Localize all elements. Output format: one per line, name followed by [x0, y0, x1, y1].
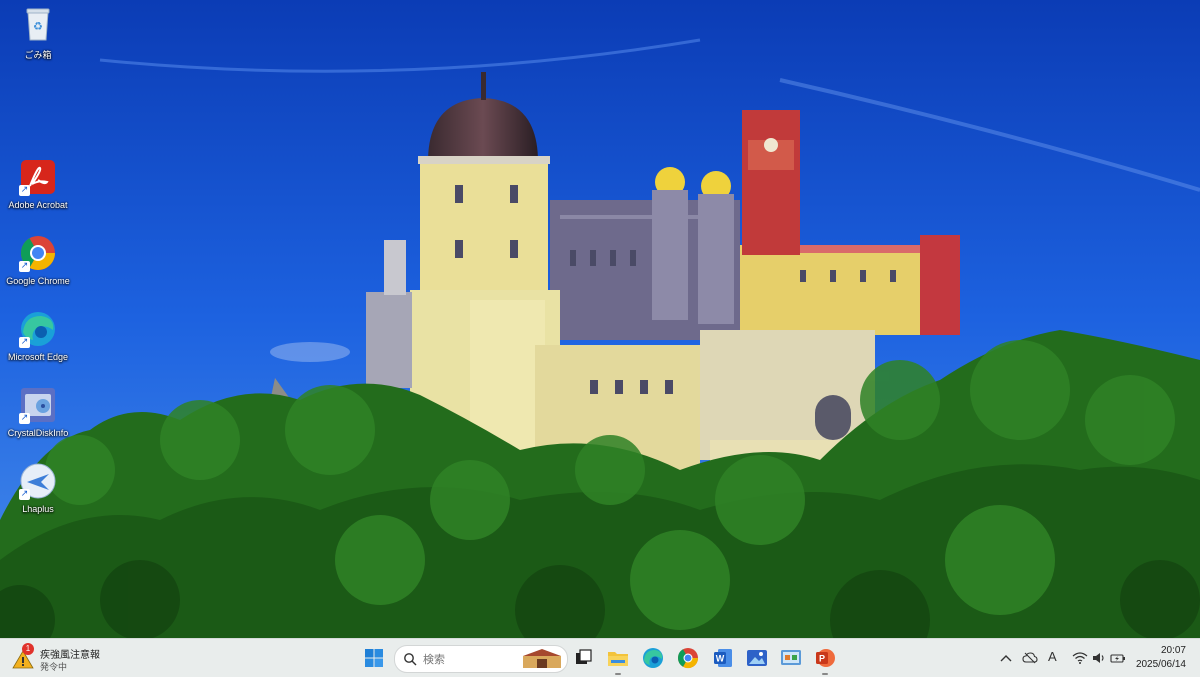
- notification-badge: 1: [22, 643, 34, 655]
- cloud-offline-icon: [1022, 652, 1038, 664]
- tray-onedrive[interactable]: [1022, 651, 1038, 665]
- edge-icon: ↗: [19, 310, 57, 348]
- desktop-icon-crystaldiskinfo[interactable]: ↗ CrystalDiskInfo: [2, 386, 74, 438]
- desktop: ♻ ごみ箱 ↗ Adobe Acrobat ↗ Google Chrome ↗ …: [0, 0, 1200, 638]
- desktop-icon-label: Microsoft Edge: [7, 352, 69, 362]
- taskbar-word[interactable]: W: [711, 646, 735, 670]
- search-box[interactable]: [394, 645, 568, 673]
- search-icon: [404, 653, 417, 666]
- desktop-icon-recycle-bin[interactable]: ♻ ごみ箱: [2, 6, 74, 61]
- taskbar-file-explorer[interactable]: [606, 646, 630, 675]
- taskbar-photos[interactable]: [745, 646, 769, 670]
- clock-time: 20:07: [1160, 645, 1186, 656]
- wallpaper-castle-image: [0, 0, 1200, 638]
- word-icon: W: [714, 649, 732, 667]
- desktop-icon-label: Google Chrome: [6, 276, 70, 286]
- taskbar: 1 疾強風注意報 発令中 検索 W P A 20:07 2025/06/14: [0, 638, 1200, 677]
- taskbar-powerpoint[interactable]: P: [813, 646, 837, 675]
- ime-indicator[interactable]: A: [1048, 649, 1064, 664]
- running-indicator: [822, 673, 828, 675]
- task-view-icon: [576, 649, 592, 664]
- desktop-icon-lhaplus[interactable]: ↗ Lhaplus: [2, 462, 74, 514]
- desktop-icon-adobe-acrobat[interactable]: ↗ Adobe Acrobat: [2, 158, 74, 210]
- weather-subtitle: 発令中: [40, 662, 68, 672]
- search-input[interactable]: [421, 650, 515, 670]
- tray-battery[interactable]: [1110, 651, 1126, 665]
- taskbar-chrome[interactable]: [676, 646, 700, 670]
- chrome-icon: ↗: [19, 234, 57, 272]
- control-panel-icon: [781, 650, 801, 665]
- svg-text:P: P: [819, 654, 825, 664]
- weather-title: 疾強風注意報: [40, 650, 100, 661]
- chevron-up-icon: [1000, 655, 1012, 662]
- svg-text:♻: ♻: [33, 20, 43, 33]
- recycle-bin-icon: ♻: [19, 6, 57, 44]
- weather-widget[interactable]: 1 疾強風注意報 発令中: [12, 643, 132, 673]
- clock-date: 2025/06/14: [1135, 659, 1186, 670]
- crystaldiskinfo-icon: ↗: [19, 386, 57, 424]
- show-hidden-icons-button[interactable]: [998, 651, 1014, 665]
- lhaplus-icon: ↗: [19, 462, 57, 500]
- photos-icon: [747, 650, 767, 666]
- start-button[interactable]: [362, 646, 386, 670]
- taskbar-clock[interactable]: 20:07 2025/06/14: [1136, 644, 1186, 672]
- desktop-icon-microsoft-edge[interactable]: ↗ Microsoft Edge: [2, 310, 74, 362]
- desktop-icon-label: Adobe Acrobat: [8, 200, 68, 210]
- desktop-icon-google-chrome[interactable]: ↗ Google Chrome: [2, 234, 74, 286]
- desktop-icon-label: CrystalDiskInfo: [7, 428, 69, 438]
- adobe-acrobat-icon: ↗: [19, 158, 57, 196]
- tray-volume[interactable]: [1091, 651, 1107, 665]
- taskbar-edge[interactable]: [641, 646, 665, 670]
- wifi-icon: [1072, 652, 1088, 664]
- start-icon: [365, 649, 383, 667]
- chrome-icon: [677, 648, 699, 669]
- svg-text:W: W: [716, 654, 725, 664]
- search-highlight-icon: [523, 649, 561, 668]
- speaker-icon: [1093, 653, 1104, 663]
- desktop-icon-label: ごみ箱: [24, 50, 52, 60]
- powerpoint-icon: P: [816, 649, 835, 667]
- task-view-button[interactable]: [571, 646, 595, 670]
- running-indicator: [615, 673, 621, 675]
- battery-charging-icon: [1110, 654, 1125, 663]
- tray-network[interactable]: [1072, 651, 1088, 665]
- taskbar-control-panel[interactable]: [779, 646, 803, 670]
- file-explorer-icon: [608, 652, 628, 666]
- desktop-icon-label: Lhaplus: [22, 504, 54, 514]
- edge-icon: [643, 648, 663, 668]
